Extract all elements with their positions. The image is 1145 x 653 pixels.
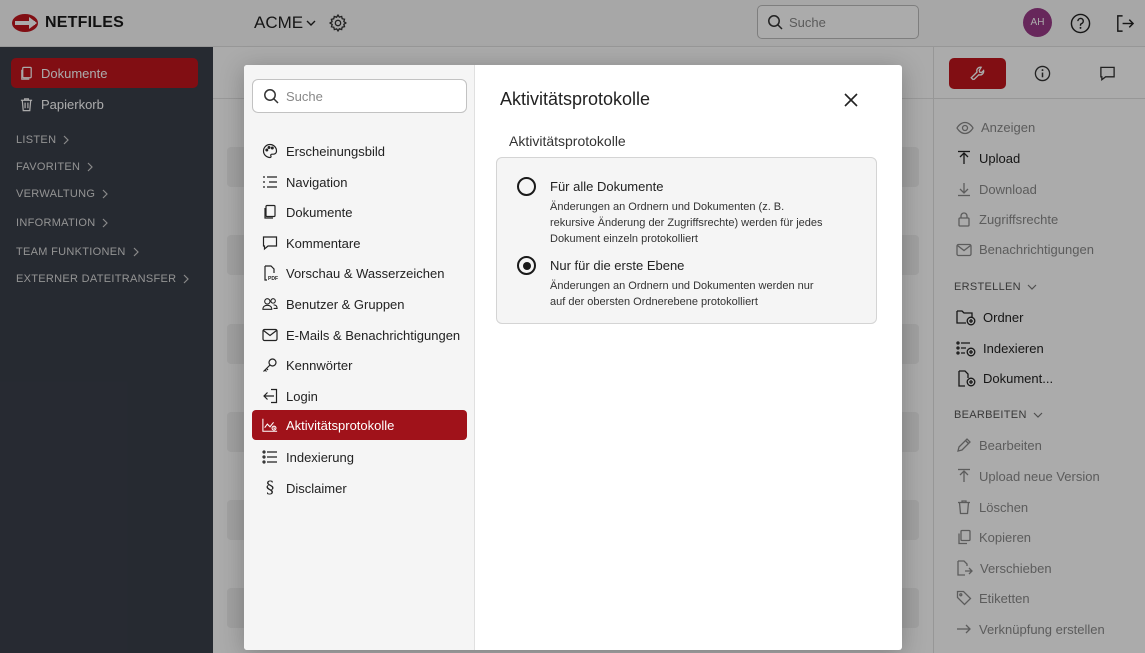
pdf-icon: PDF <box>262 265 278 281</box>
key-icon <box>262 357 278 373</box>
close-button[interactable] <box>842 91 860 109</box>
settings-nav-disclaimer[interactable]: § Disclaimer <box>252 473 467 503</box>
settings-nav-label: Kommentare <box>286 235 361 251</box>
option-label: Für alle Dokumente <box>550 179 664 194</box>
comment-icon <box>262 235 278 251</box>
settings-nav-indexierung[interactable]: Indexierung <box>252 442 467 472</box>
settings-nav: Erscheinungsbild Navigation Dokumente Ko… <box>244 65 475 650</box>
settings-nav-kommentare[interactable]: Kommentare <box>252 228 467 258</box>
option-text: Nur für die erste Ebene Änderungen an Or… <box>550 256 825 310</box>
settings-nav-navigation[interactable]: Navigation <box>252 167 467 197</box>
settings-nav-label: Navigation <box>286 174 348 190</box>
settings-nav-label: Dokumente <box>286 204 353 220</box>
search-icon <box>264 89 279 104</box>
paragraph-icon: § <box>265 478 275 498</box>
navigation-list-icon <box>262 174 278 190</box>
mail-icon <box>262 327 278 343</box>
activity-log-icon <box>262 417 278 433</box>
settings-nav-label: Indexierung <box>286 449 354 465</box>
palette-icon <box>262 143 278 159</box>
settings-nav-label: Erscheinungsbild <box>286 143 386 159</box>
section-title: Aktivitätsprotokolle <box>509 133 626 149</box>
option-description: Änderungen an Ordnern und Dokumenten (z.… <box>550 201 823 245</box>
login-icon <box>262 388 278 404</box>
radio-all-documents[interactable] <box>517 177 536 196</box>
settings-nav-label: E-Mails & Benachrichtigungen <box>286 327 461 343</box>
close-icon <box>844 93 858 107</box>
list-icon <box>262 449 278 465</box>
svg-text:PDF: PDF <box>268 276 278 281</box>
settings-nav-benutzer[interactable]: Benutzer & Gruppen <box>252 289 467 319</box>
users-icon <box>262 296 278 312</box>
option-text: Für alle Dokumente Änderungen an Ordnern… <box>550 177 825 247</box>
settings-nav-label: Login <box>286 388 318 404</box>
settings-nav-label: Aktivitätsprotokolle <box>286 417 395 433</box>
dialog-title: Aktivitätsprotokolle <box>500 89 651 109</box>
documents-icon <box>262 204 278 220</box>
settings-nav-vorschau[interactable]: PDF Vorschau & Wasserzeichen <box>252 258 467 288</box>
settings-nav-label: Kennwörter <box>286 357 353 373</box>
settings-search[interactable] <box>252 79 467 113</box>
settings-search-input[interactable] <box>286 88 456 104</box>
option-all-documents[interactable]: Für alle Dokumente Änderungen an Ordnern… <box>517 177 825 247</box>
settings-nav-emails[interactable]: E-Mails & Benachrichtigungen <box>252 320 467 350</box>
settings-nav-label: Vorschau & Wasserzeichen <box>286 265 445 281</box>
radio-first-level[interactable] <box>517 256 536 275</box>
settings-nav-kennwoerter[interactable]: Kennwörter <box>252 350 467 380</box>
option-first-level[interactable]: Nur für die erste Ebene Änderungen an Or… <box>517 256 825 310</box>
settings-nav-dokumente[interactable]: Dokumente <box>252 197 467 227</box>
settings-dialog: Erscheinungsbild Navigation Dokumente Ko… <box>244 65 902 650</box>
settings-nav-login[interactable]: Login <box>252 381 467 411</box>
option-label: Nur für die erste Ebene <box>550 258 685 273</box>
option-description: Änderungen an Ordnern und Dokumenten wer… <box>550 280 814 308</box>
settings-nav-erscheinungsbild[interactable]: Erscheinungsbild <box>252 136 467 166</box>
settings-nav-aktivitaetsprotokolle[interactable]: Aktivitätsprotokolle <box>252 410 467 440</box>
logging-options-group: Für alle Dokumente Änderungen an Ordnern… <box>496 157 877 324</box>
settings-nav-label: Disclaimer <box>286 480 347 496</box>
settings-nav-label: Benutzer & Gruppen <box>286 296 405 312</box>
